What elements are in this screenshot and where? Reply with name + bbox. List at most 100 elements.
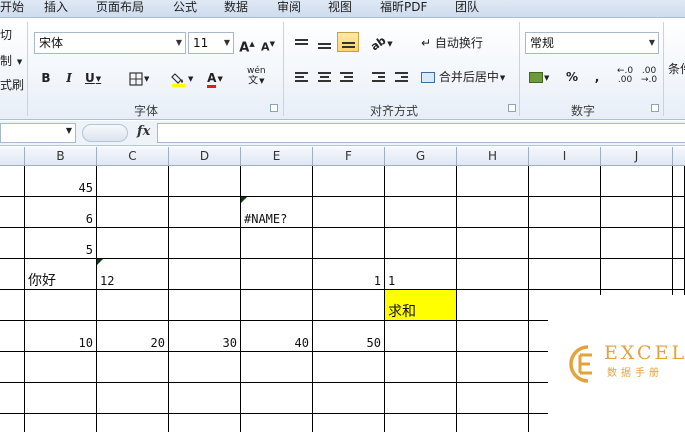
conditional-formatting-button[interactable]: 条件 <box>668 60 685 77</box>
cell-c-row6[interactable]: 20 <box>97 321 169 352</box>
cell-e-row1[interactable] <box>241 166 313 197</box>
shrink-font-button[interactable]: A▼ <box>259 33 277 54</box>
cell-h-row1[interactable] <box>457 166 529 197</box>
cell-i-row1[interactable] <box>529 166 601 197</box>
bold-button[interactable]: B <box>37 67 55 87</box>
font-size-combo[interactable]: 11 ▼ <box>188 32 234 54</box>
cell-b-row6[interactable]: 10 <box>25 321 97 352</box>
italic-button[interactable]: I <box>60 67 78 87</box>
increase-indent-button[interactable] <box>392 66 410 86</box>
cell-g-row9[interactable] <box>385 414 457 432</box>
tab-foxit-pdf[interactable]: 福昕PDF <box>380 0 427 17</box>
percent-button[interactable]: % <box>563 66 581 86</box>
name-box[interactable]: ▼ <box>0 123 76 143</box>
chevron-down-icon[interactable]: ▼ <box>66 126 72 135</box>
cell-c-row2[interactable] <box>97 197 169 228</box>
cell-g-row3[interactable] <box>385 228 457 259</box>
cell-i-row4[interactable] <box>529 259 601 290</box>
formula-input[interactable] <box>157 123 685 143</box>
cell-g-row7[interactable] <box>385 352 457 383</box>
tab-review[interactable]: 审阅 <box>277 0 301 17</box>
font-name-combo[interactable]: 宋体 ▼ <box>34 32 186 54</box>
cell-e-row4[interactable] <box>241 259 313 290</box>
cell-d-row7[interactable] <box>169 352 241 383</box>
cell-e-row7[interactable] <box>241 352 313 383</box>
cell-d-row2[interactable] <box>169 197 241 228</box>
font-color-button[interactable]: A▼ <box>206 67 224 88</box>
cut-button[interactable]: 切 <box>0 26 12 43</box>
merge-center-button[interactable]: 合并后居中▼ <box>420 66 506 86</box>
cell-f-row1[interactable] <box>313 166 385 197</box>
column-header-f[interactable]: F <box>313 147 385 166</box>
error-indicator-icon[interactable] <box>241 197 247 203</box>
formula-bar-handle[interactable] <box>82 124 128 142</box>
copy-button[interactable]: 制 ▼ <box>0 52 22 69</box>
cell-e-row2[interactable]: #NAME? <box>241 197 313 228</box>
cell-h-row6[interactable] <box>457 321 529 352</box>
align-bottom-button[interactable] <box>337 32 359 52</box>
cell-b-row1[interactable]: 45 <box>25 166 97 197</box>
cell-c-row5[interactable] <box>97 290 169 321</box>
cell-b-row4[interactable]: 你好 <box>25 259 97 290</box>
column-header-g[interactable]: G <box>385 147 457 166</box>
column-header-e[interactable]: E <box>241 147 313 166</box>
cell-g-row2[interactable] <box>385 197 457 228</box>
cell-g-row4[interactable]: 1 <box>385 259 457 290</box>
column-header-k[interactable] <box>673 147 685 166</box>
number-dialog-launcher[interactable] <box>651 104 659 112</box>
align-middle-button[interactable] <box>315 33 333 53</box>
increase-decimal-button[interactable]: ←.0.00 <box>616 66 634 86</box>
cell-d-row9[interactable] <box>169 414 241 432</box>
tab-insert[interactable]: 插入 <box>44 0 68 17</box>
cell-b-row9[interactable] <box>25 414 97 432</box>
format-painter-button[interactable]: 式刷 <box>0 76 24 93</box>
cell-b-row7[interactable] <box>25 352 97 383</box>
cell-c-row1[interactable] <box>97 166 169 197</box>
error-indicator-icon[interactable] <box>97 259 103 265</box>
cell-k-row1[interactable] <box>673 166 685 197</box>
cell-b-row5[interactable] <box>25 290 97 321</box>
column-header-c[interactable]: C <box>97 147 169 166</box>
cell-d-row5[interactable] <box>169 290 241 321</box>
cell-c-row8[interactable] <box>97 383 169 414</box>
cell-e-row5[interactable] <box>241 290 313 321</box>
cell-b-row3[interactable]: 5 <box>25 228 97 259</box>
grow-font-button[interactable]: A▲ <box>238 33 256 55</box>
wrap-text-button[interactable]: ↵ 自动换行 <box>420 32 484 52</box>
cell-j-row3[interactable] <box>601 228 673 259</box>
cell-j-row1[interactable] <box>601 166 673 197</box>
tab-formulas[interactable]: 公式 <box>173 0 197 17</box>
phonetic-button[interactable]: wén 文▼ <box>246 65 267 86</box>
number-format-combo[interactable]: 常规 ▼ <box>525 32 659 54</box>
cell-b-row8[interactable] <box>25 383 97 414</box>
cell-e-row3[interactable] <box>241 228 313 259</box>
cell-d-row4[interactable] <box>169 259 241 290</box>
cell-c-row7[interactable] <box>97 352 169 383</box>
cell-h-row9[interactable] <box>457 414 529 432</box>
align-center-button[interactable] <box>315 66 333 86</box>
cell-f-row9[interactable] <box>313 414 385 432</box>
underline-button[interactable]: U▼ <box>84 67 102 87</box>
cell-j-row2[interactable] <box>601 197 673 228</box>
column-header-b[interactable]: B <box>25 147 97 166</box>
cell-e-row6[interactable]: 40 <box>241 321 313 352</box>
chevron-down-icon[interactable]: ▼ <box>649 33 655 53</box>
cell-d-row6[interactable]: 30 <box>169 321 241 352</box>
align-left-button[interactable] <box>292 66 310 86</box>
cell-h-row8[interactable] <box>457 383 529 414</box>
tab-home[interactable]: 开始 <box>0 0 24 17</box>
column-header-d[interactable]: D <box>169 147 241 166</box>
cell-f-row7[interactable] <box>313 352 385 383</box>
cell-c-row4[interactable]: 12 <box>97 259 169 290</box>
cell-h-row7[interactable] <box>457 352 529 383</box>
cell-g-row5[interactable]: 求和 <box>385 290 457 321</box>
cell-f-row4[interactable]: 1 <box>313 259 385 290</box>
comma-style-button[interactable]: , <box>588 66 606 86</box>
orientation-button[interactable]: ab▼ <box>368 32 394 53</box>
cell-j-row4[interactable] <box>601 259 673 290</box>
cell-f-row3[interactable] <box>313 228 385 259</box>
chevron-down-icon[interactable]: ▼ <box>176 33 182 53</box>
cell-c-row3[interactable] <box>97 228 169 259</box>
cell-f-row6[interactable]: 50 <box>313 321 385 352</box>
cell-c-row9[interactable] <box>97 414 169 432</box>
